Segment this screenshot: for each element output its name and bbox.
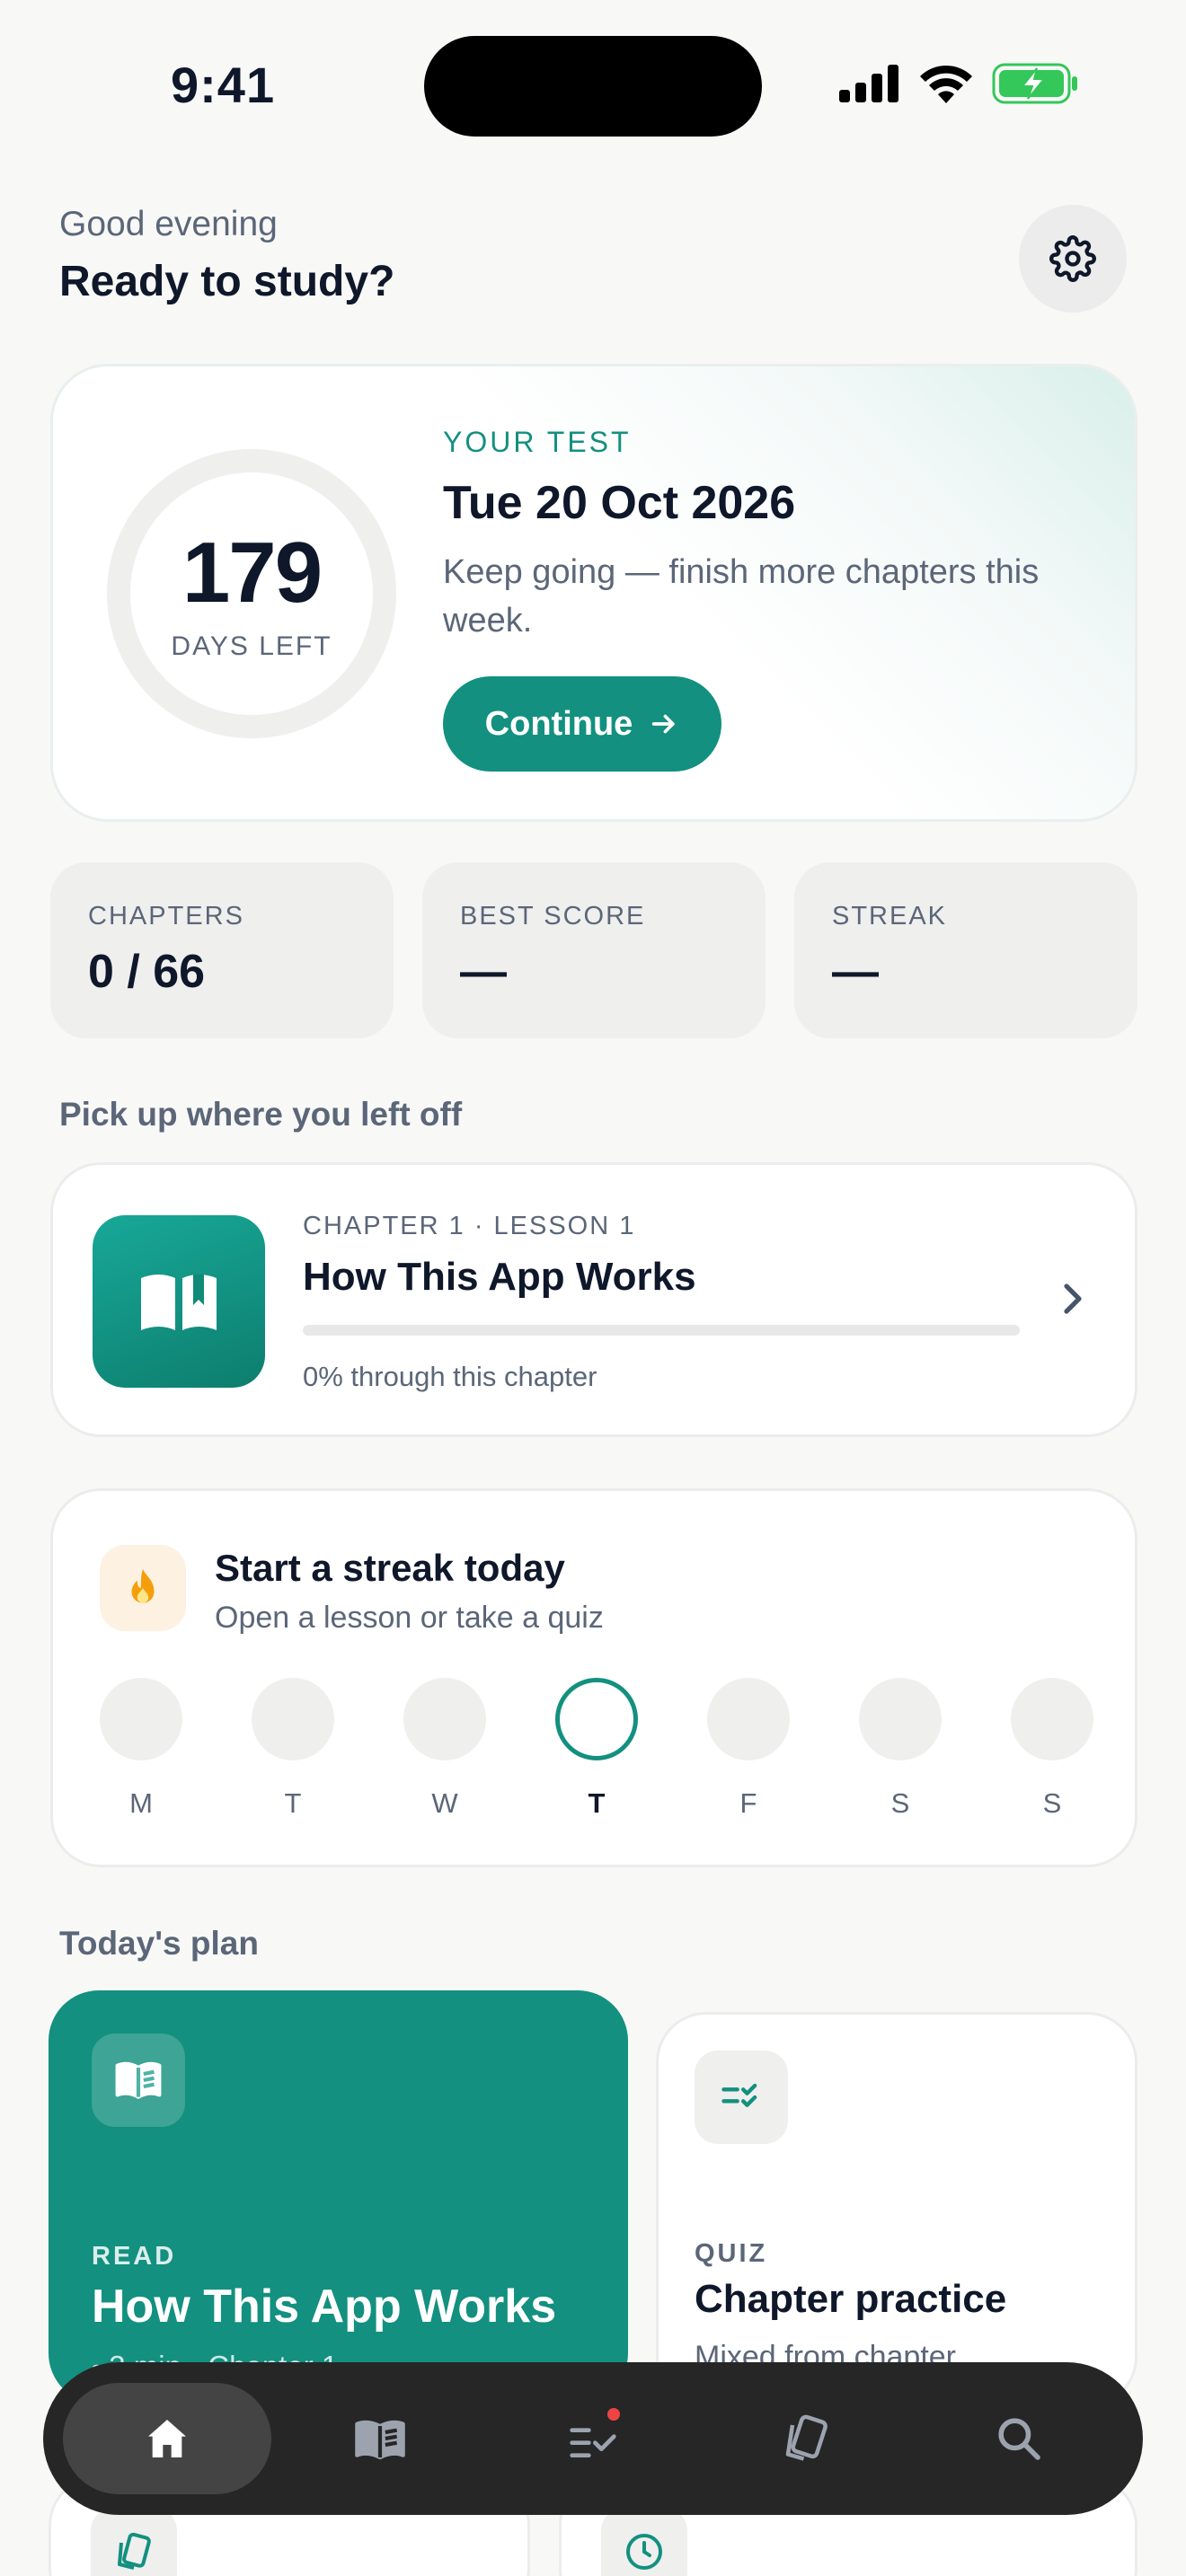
- tab-search[interactable]: [915, 2383, 1123, 2494]
- tab-bar: [43, 2362, 1143, 2515]
- chapter-tile: [93, 1215, 265, 1388]
- status-icons: [839, 63, 1078, 104]
- tab-home[interactable]: [63, 2383, 271, 2494]
- test-countdown-card: 179 DAYS LEFT YOUR TEST Tue 20 Oct 2026 …: [50, 364, 1137, 822]
- day-dot: [403, 1678, 486, 1760]
- signal-icon: [839, 65, 898, 102]
- test-date: Tue 20 Oct 2026: [443, 477, 796, 529]
- notification-dot: [607, 2408, 620, 2421]
- checklist-icon: [721, 2083, 757, 2107]
- chevron-right-icon: [1064, 1284, 1082, 1314]
- stat-label: STREAK: [832, 902, 948, 931]
- tab-flashcards[interactable]: [702, 2383, 910, 2494]
- wifi-icon: [920, 65, 972, 103]
- days-left-value: 179: [181, 525, 323, 621]
- weekday: S: [859, 1678, 942, 1820]
- streak-subtitle: Open a lesson or take a quiz: [215, 1601, 604, 1635]
- flame-tile: [100, 1545, 186, 1631]
- day-dot: [252, 1678, 334, 1760]
- stat-chapters: CHAPTERS 0 / 66: [50, 862, 394, 1038]
- test-message: Keep going — finish more chapters this w…: [443, 553, 1040, 640]
- continue-button[interactable]: Continue: [443, 676, 721, 772]
- open-book-icon: [141, 1275, 217, 1330]
- book-icon: [355, 2420, 405, 2460]
- day-dot: [100, 1678, 182, 1760]
- checklist-icon: [570, 2428, 616, 2457]
- day-letter: F: [739, 1787, 757, 1819]
- tab-quiz[interactable]: [489, 2383, 697, 2494]
- test-kicker: YOUR TEST: [443, 426, 632, 458]
- plan-quiz-kicker: QUIZ: [695, 2239, 768, 2268]
- plan-section-title: Today's plan: [59, 1925, 259, 1962]
- search-icon: [998, 2418, 1040, 2460]
- plan-read-card[interactable]: READ How This App Works ~3 min · Chapter…: [49, 1990, 628, 2404]
- day-dot: [1011, 1678, 1093, 1760]
- plan-read-title: How This App Works: [92, 2280, 557, 2333]
- stat-label: CHAPTERS: [88, 902, 244, 931]
- stat-value: 0 / 66: [88, 946, 206, 998]
- resume-title: How This App Works: [303, 1255, 696, 1299]
- flame-icon: [131, 1569, 155, 1603]
- stat-value: —: [832, 946, 879, 998]
- streak-card: Start a streak today Open a lesson or ta…: [50, 1488, 1137, 1867]
- arrow-right-icon: [652, 714, 676, 734]
- resume-kicker: CHAPTER 1 · LESSON 1: [303, 1212, 636, 1240]
- weekday: M: [100, 1678, 182, 1820]
- stat-streak: STREAK —: [794, 862, 1137, 1038]
- weekday-row: M T W T F S S: [100, 1678, 1093, 1820]
- day-letter: S: [890, 1787, 910, 1819]
- dynamic-island: [424, 36, 762, 137]
- battery-charging-icon: [992, 63, 1077, 104]
- stat-best-score: BEST SCORE —: [422, 862, 766, 1038]
- streak-title: Start a streak today: [215, 1547, 565, 1589]
- gear-icon: [1049, 235, 1096, 282]
- cards-icon: [785, 2414, 828, 2461]
- greeting-text: Good evening: [59, 205, 278, 243]
- flashcards-tile: [91, 2509, 177, 2576]
- resume-section-title: Pick up where you left off: [59, 1096, 463, 1133]
- day-dot: [859, 1678, 942, 1760]
- reader-tile: [92, 2033, 185, 2127]
- plan-read-kicker: READ: [92, 2242, 177, 2271]
- day-letter: M: [129, 1787, 153, 1819]
- day-dot: [707, 1678, 790, 1760]
- resume-progress-text: 0% through this chapter: [303, 1361, 597, 1392]
- day-letter: T: [588, 1787, 606, 1819]
- days-left-label: DAYS LEFT: [171, 631, 332, 661]
- settings-button[interactable]: [1019, 205, 1127, 313]
- cards-icon: [118, 2532, 151, 2570]
- weekday: T: [252, 1678, 334, 1820]
- timer-tile: [601, 2509, 687, 2576]
- weekday-today: T: [555, 1678, 638, 1820]
- status-time: 9:41: [171, 57, 276, 113]
- day-letter: W: [431, 1787, 458, 1819]
- weekday: W: [403, 1678, 486, 1820]
- plan-quiz-card[interactable]: QUIZ Chapter practice Mixed from chapter: [656, 2012, 1137, 2407]
- page-title: Ready to study?: [59, 258, 395, 305]
- tab-library[interactable]: [276, 2383, 484, 2494]
- continue-label: Continue: [484, 704, 633, 743]
- stat-value: —: [460, 946, 507, 998]
- weekday: S: [1011, 1678, 1093, 1820]
- quiz-tile: [695, 2051, 788, 2144]
- open-book-icon: [115, 2061, 162, 2099]
- weekday: F: [707, 1678, 790, 1820]
- chapter-progress-bar: [303, 1325, 1020, 1336]
- resume-lesson-card[interactable]: CHAPTER 1 · LESSON 1 How This App Works …: [50, 1162, 1137, 1437]
- clock-icon: [626, 2534, 662, 2570]
- day-dot-today: [555, 1678, 638, 1760]
- home-icon: [148, 2420, 186, 2457]
- stat-label: BEST SCORE: [460, 902, 646, 931]
- day-letter: S: [1042, 1787, 1062, 1819]
- day-letter: T: [284, 1787, 302, 1819]
- plan-quiz-title: Chapter practice: [695, 2277, 1007, 2321]
